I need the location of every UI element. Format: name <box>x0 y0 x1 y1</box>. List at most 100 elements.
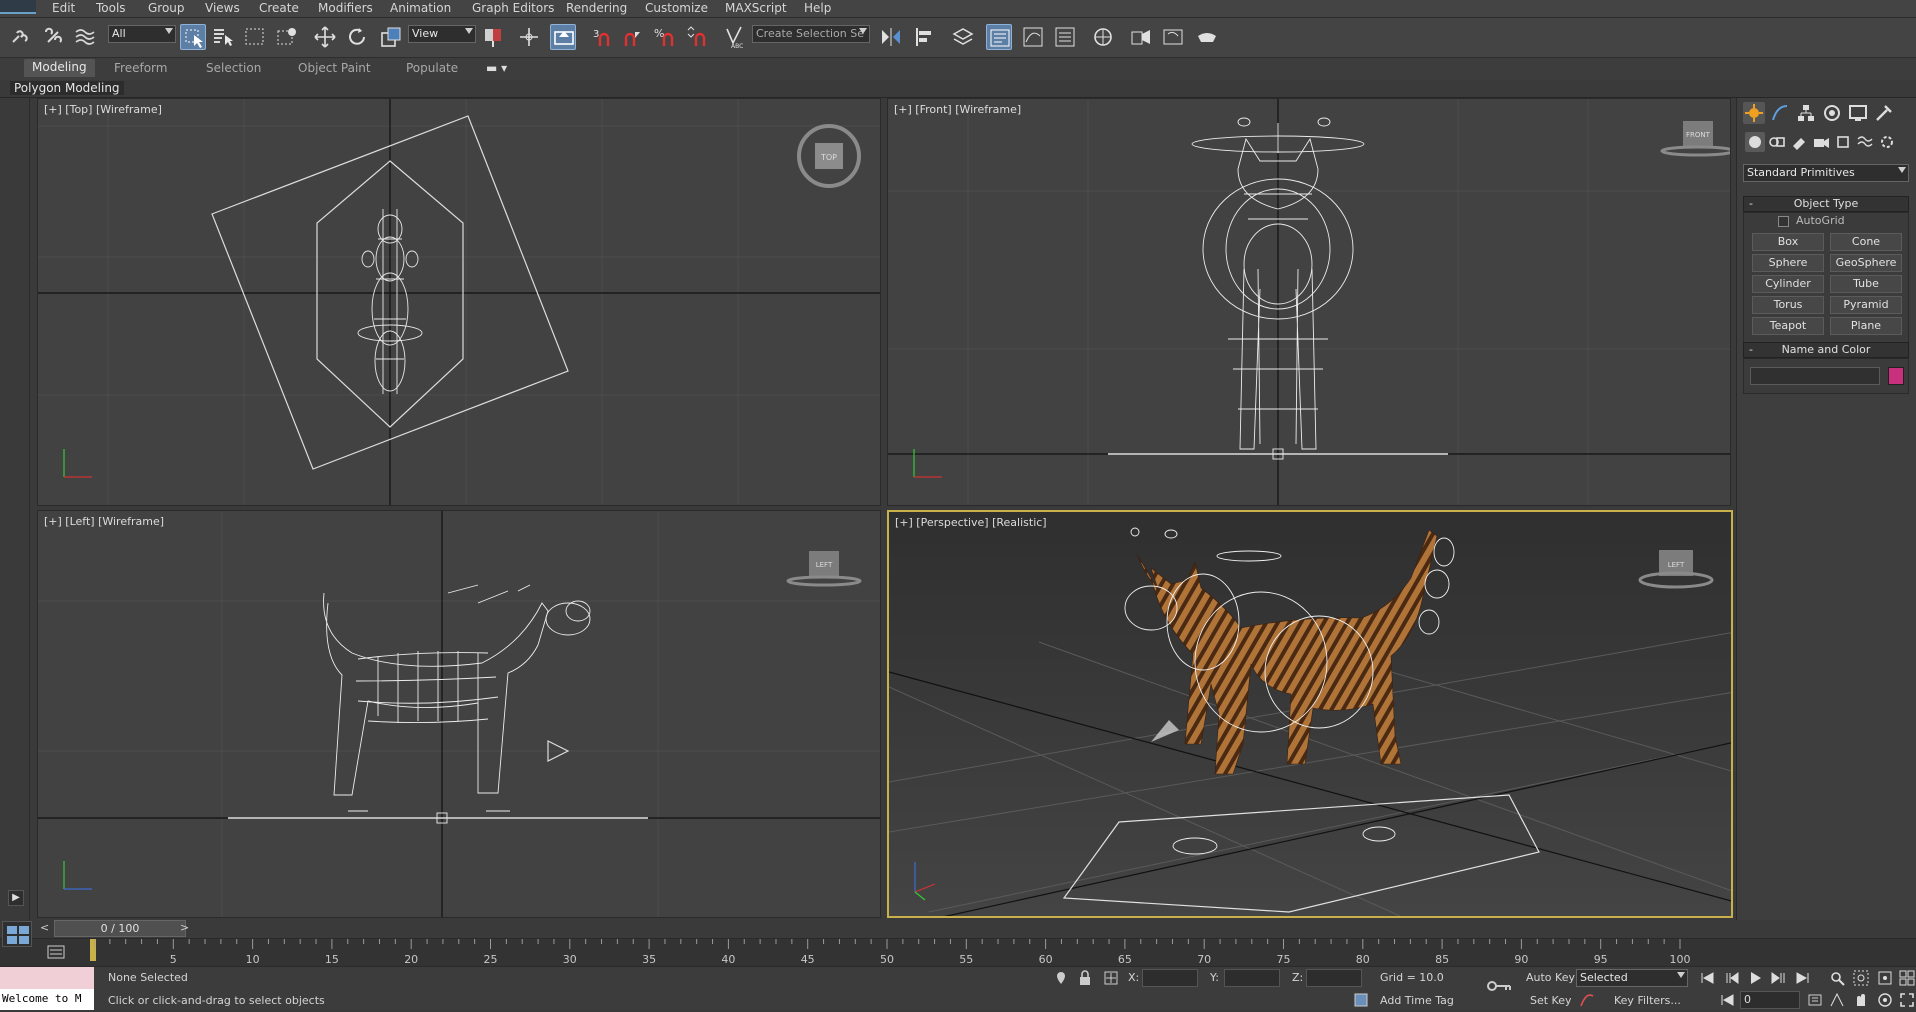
selection-filter-dropdown[interactable]: All <box>108 25 176 43</box>
snaps-toggle-icon[interactable]: 3 <box>590 24 616 50</box>
menu-edit[interactable]: Edit <box>52 1 75 15</box>
tab-modeling[interactable]: Modeling <box>24 59 95 77</box>
time-configuration-icon[interactable] <box>1806 991 1824 1009</box>
time-slider-next-icon[interactable]: > <box>180 921 189 934</box>
track-bar[interactable]: 5 10 15 20 25 30 35 40 45 50 55 60 65 70 75 80 85 90 95 100 <box>0 921 1916 966</box>
helpers-icon[interactable] <box>1833 132 1853 152</box>
geosphere-button[interactable]: GeoSphere <box>1830 254 1902 272</box>
viewport-left[interactable]: [+] [Left] [Wireframe] LEFT <box>37 510 881 918</box>
viewport-left-label[interactable]: [+] [Left] [Wireframe] <box>44 515 164 528</box>
toggle-scene-explorer-icon[interactable] <box>950 24 976 50</box>
play-icon[interactable] <box>1746 969 1764 987</box>
viewcube-top[interactable]: TOP <box>797 124 861 188</box>
reference-coordinate-dropdown[interactable]: View <box>408 25 476 43</box>
toggle-layer-explorer-icon[interactable] <box>986 24 1012 50</box>
select-and-move-icon[interactable] <box>312 24 338 50</box>
material-editor-icon[interactable] <box>1090 24 1116 50</box>
auto-key-button[interactable]: Auto Key <box>1526 971 1575 984</box>
viewport-layout-icon[interactable] <box>2 921 32 947</box>
menu-maxscript[interactable]: MAXScript <box>725 1 787 15</box>
mirror-icon[interactable] <box>878 24 904 50</box>
menu-modifiers[interactable]: Modifiers <box>318 1 373 15</box>
key-selection-set-dropdown[interactable]: Selected <box>1576 969 1688 987</box>
select-by-name-icon[interactable] <box>210 24 236 50</box>
autogrid-checkbox[interactable] <box>1778 216 1789 227</box>
hierarchy-tab-icon[interactable] <box>1795 102 1817 124</box>
torus-button[interactable]: Torus <box>1752 296 1824 314</box>
shapes-icon[interactable] <box>1767 132 1787 152</box>
zoom-icon[interactable] <box>1828 969 1846 987</box>
key-filters-button[interactable]: Key Filters... <box>1614 994 1681 1007</box>
next-frame-icon[interactable] <box>1770 969 1788 987</box>
object-color-swatch[interactable] <box>1888 367 1904 385</box>
zoom-all-icon[interactable] <box>1852 969 1870 987</box>
align-icon[interactable] <box>912 24 938 50</box>
zoom-extents-icon[interactable] <box>1876 969 1894 987</box>
menu-customize[interactable]: Customize <box>645 1 708 15</box>
set-keys-icon[interactable] <box>1578 991 1596 1009</box>
select-and-scale-icon[interactable] <box>378 24 404 50</box>
time-slider-prev-icon[interactable]: < <box>40 921 49 934</box>
time-tag-icon[interactable] <box>1352 991 1370 1009</box>
menu-create[interactable]: Create <box>259 1 299 15</box>
selection-lock-icon[interactable] <box>1076 969 1094 987</box>
set-key-mode-icon[interactable] <box>1486 977 1512 995</box>
tube-button[interactable]: Tube <box>1830 275 1902 293</box>
cat-model[interactable] <box>1136 529 1438 775</box>
cameras-icon[interactable] <box>1811 132 1831 152</box>
viewport-perspective-label[interactable]: [+] [Perspective] [Realistic] <box>895 516 1047 529</box>
lights-icon[interactable] <box>1789 132 1809 152</box>
menu-group[interactable]: Group <box>148 1 185 15</box>
y-coordinate-input[interactable] <box>1224 969 1280 987</box>
edit-named-selection-icon[interactable]: ABC <box>722 24 748 50</box>
maximize-viewport-icon[interactable] <box>1898 991 1916 1009</box>
modify-tab-icon[interactable] <box>1769 102 1791 124</box>
viewport-top-label[interactable]: [+] [Top] [Wireframe] <box>44 103 162 116</box>
box-button[interactable]: Box <box>1752 233 1824 251</box>
tab-freeform[interactable]: Freeform <box>114 61 167 75</box>
go-to-start-icon[interactable] <box>1698 969 1716 987</box>
use-pivot-center-icon[interactable] <box>480 24 506 50</box>
set-key-button[interactable]: Set Key <box>1530 994 1572 1007</box>
pan-view-icon[interactable] <box>1852 991 1870 1009</box>
unlink-selection-icon[interactable] <box>40 24 66 50</box>
polygon-modeling-panel[interactable]: Polygon Modeling <box>10 81 124 95</box>
z-coordinate-input[interactable] <box>1306 969 1362 987</box>
absolute-mode-transform-icon[interactable] <box>1102 969 1120 987</box>
manipulate-icon[interactable] <box>516 24 542 50</box>
primitive-category-dropdown[interactable]: Standard Primitives <box>1743 164 1909 182</box>
space-warps-icon[interactable] <box>1855 132 1875 152</box>
x-coordinate-input[interactable] <box>1142 969 1198 987</box>
rectangular-selection-icon[interactable] <box>242 24 268 50</box>
viewport-perspective[interactable]: [+] [Perspective] [Realistic] LEFT <box>887 510 1733 918</box>
menu-tools[interactable]: Tools <box>96 1 126 15</box>
tab-object-paint[interactable]: Object Paint <box>298 61 371 75</box>
cone-button[interactable]: Cone <box>1830 233 1902 251</box>
sphere-button[interactable]: Sphere <box>1752 254 1824 272</box>
systems-icon[interactable] <box>1877 132 1897 152</box>
motion-tab-icon[interactable] <box>1821 102 1843 124</box>
field-of-view-icon[interactable] <box>1828 991 1846 1009</box>
time-slider-thumb[interactable]: 0 / 100 <box>54 920 186 937</box>
teapot-button[interactable]: Teapot <box>1752 317 1824 335</box>
utilities-tab-icon[interactable] <box>1873 102 1895 124</box>
menu-animation[interactable]: Animation <box>390 1 451 15</box>
curve-editor-icon[interactable] <box>1020 24 1046 50</box>
ribbon-options-icon[interactable]: ▬ ▾ <box>486 61 507 75</box>
viewport-front-label[interactable]: [+] [Front] [Wireframe] <box>894 103 1021 116</box>
app-menu-button[interactable] <box>0 0 36 14</box>
orbit-icon[interactable] <box>1876 991 1894 1009</box>
maxscript-mini-listener[interactable]: Welcome to M <box>0 989 94 1010</box>
object-name-input[interactable] <box>1750 367 1880 385</box>
schematic-view-icon[interactable] <box>1052 24 1078 50</box>
render-production-icon[interactable] <box>1194 24 1220 50</box>
maxscript-mini-listener-top[interactable] <box>0 967 94 989</box>
window-crossing-icon[interactable] <box>274 24 300 50</box>
pyramid-button[interactable]: Pyramid <box>1830 296 1902 314</box>
select-object-icon[interactable] <box>180 24 206 50</box>
menu-views[interactable]: Views <box>205 1 240 15</box>
select-and-rotate-icon[interactable] <box>344 24 370 50</box>
viewport-top[interactable]: [+] [Top] [Wireframe] TOP <box>37 98 881 506</box>
previous-frame-icon[interactable] <box>1722 969 1740 987</box>
cylinder-button[interactable]: Cylinder <box>1752 275 1824 293</box>
